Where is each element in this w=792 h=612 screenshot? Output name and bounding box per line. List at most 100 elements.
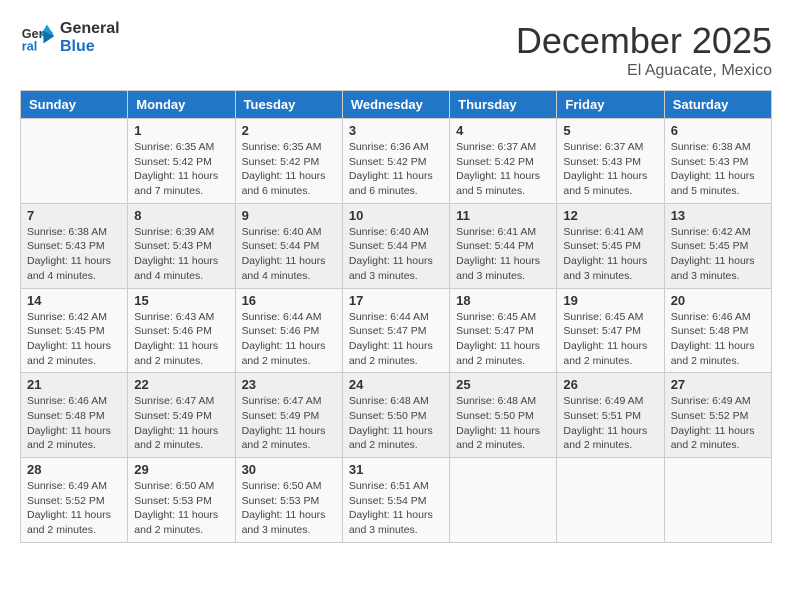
calendar-cell: 17 Sunrise: 6:44 AM Sunset: 5:47 PM Dayli… [342,288,449,373]
calendar-cell: 26 Sunrise: 6:49 AM Sunset: 5:51 PM Dayli… [557,373,664,458]
day-header-monday: Monday [128,91,235,119]
calendar-cell: 4 Sunrise: 6:37 AM Sunset: 5:42 PM Daylig… [450,119,557,204]
day-number: 17 [349,293,443,308]
calendar-cell [557,458,664,543]
calendar-cell: 16 Sunrise: 6:44 AM Sunset: 5:46 PM Dayli… [235,288,342,373]
calendar-cell: 29Sunrise: 6:50 AM Sunset: 5:53 PM Dayli… [128,458,235,543]
day-info: Sunrise: 6:37 AM Sunset: 5:42 PM Dayligh… [456,140,550,199]
day-info: Sunrise: 6:38 AM Sunset: 5:43 PM Dayligh… [27,225,121,284]
calendar-cell: 1 Sunrise: 6:35 AM Sunset: 5:42 PM Daylig… [128,119,235,204]
day-number: 22 [134,377,228,392]
day-number: 1 [134,123,228,138]
calendar-cell: 10Sunrise: 6:40 AM Sunset: 5:44 PM Dayli… [342,203,449,288]
calendar-cell: 7 Sunrise: 6:38 AM Sunset: 5:43 PM Daylig… [21,203,128,288]
day-info: Sunrise: 6:37 AM Sunset: 5:43 PM Dayligh… [563,140,657,199]
day-number: 9 [242,208,336,223]
day-info: Sunrise: 6:35 AM Sunset: 5:42 PM Dayligh… [134,140,228,199]
day-info: Sunrise: 6:35 AM Sunset: 5:42 PM Dayligh… [242,140,336,199]
calendar-cell: 20 Sunrise: 6:46 AM Sunset: 5:48 PM Dayli… [664,288,771,373]
calendar-cell: 6Sunrise: 6:38 AM Sunset: 5:43 PM Daylig… [664,119,771,204]
day-number: 26 [563,377,657,392]
calendar-cell: 28 Sunrise: 6:49 AM Sunset: 5:52 PM Dayli… [21,458,128,543]
day-info: Sunrise: 6:39 AM Sunset: 5:43 PM Dayligh… [134,225,228,284]
day-info: Sunrise: 6:47 AM Sunset: 5:49 PM Dayligh… [134,394,228,453]
calendar-week-row: 21 Sunrise: 6:46 AM Sunset: 5:48 PM Dayli… [21,373,772,458]
day-info: Sunrise: 6:40 AM Sunset: 5:44 PM Dayligh… [242,225,336,284]
calendar-week-row: 1 Sunrise: 6:35 AM Sunset: 5:42 PM Daylig… [21,119,772,204]
calendar-cell: 23 Sunrise: 6:47 AM Sunset: 5:49 PM Dayli… [235,373,342,458]
day-number: 23 [242,377,336,392]
day-header-sunday: Sunday [21,91,128,119]
calendar-cell: 2 Sunrise: 6:35 AM Sunset: 5:42 PM Daylig… [235,119,342,204]
day-number: 8 [134,208,228,223]
calendar-week-row: 14Sunrise: 6:42 AM Sunset: 5:45 PM Dayli… [21,288,772,373]
calendar-cell: 12Sunrise: 6:41 AM Sunset: 5:45 PM Dayli… [557,203,664,288]
logo-text-line1: General [60,20,120,38]
calendar-cell [450,458,557,543]
day-info: Sunrise: 6:51 AM Sunset: 5:54 PM Dayligh… [349,479,443,538]
day-number: 31 [349,462,443,477]
day-info: Sunrise: 6:50 AM Sunset: 5:53 PM Dayligh… [242,479,336,538]
day-number: 11 [456,208,550,223]
day-number: 13 [671,208,765,223]
page-header: Gene ral General Blue December 2025 El A… [20,20,772,80]
logo-text-line2: Blue [60,38,120,56]
day-number: 21 [27,377,121,392]
day-number: 19 [563,293,657,308]
day-info: Sunrise: 6:44 AM Sunset: 5:47 PM Dayligh… [349,310,443,369]
logo: Gene ral General Blue [20,20,120,56]
day-number: 28 [27,462,121,477]
day-number: 2 [242,123,336,138]
calendar-cell: 19 Sunrise: 6:45 AM Sunset: 5:47 PM Dayli… [557,288,664,373]
day-info: Sunrise: 6:40 AM Sunset: 5:44 PM Dayligh… [349,225,443,284]
calendar-cell [21,119,128,204]
day-info: Sunrise: 6:38 AM Sunset: 5:43 PM Dayligh… [671,140,765,199]
calendar-cell: 25 Sunrise: 6:48 AM Sunset: 5:50 PM Dayli… [450,373,557,458]
day-info: Sunrise: 6:46 AM Sunset: 5:48 PM Dayligh… [27,394,121,453]
calendar-cell: 14Sunrise: 6:42 AM Sunset: 5:45 PM Dayli… [21,288,128,373]
day-number: 7 [27,208,121,223]
calendar-cell: 8 Sunrise: 6:39 AM Sunset: 5:43 PM Daylig… [128,203,235,288]
day-header-thursday: Thursday [450,91,557,119]
day-number: 27 [671,377,765,392]
day-info: Sunrise: 6:48 AM Sunset: 5:50 PM Dayligh… [349,394,443,453]
day-info: Sunrise: 6:49 AM Sunset: 5:52 PM Dayligh… [27,479,121,538]
month-title: December 2025 [516,20,772,62]
day-info: Sunrise: 6:49 AM Sunset: 5:51 PM Dayligh… [563,394,657,453]
day-number: 12 [563,208,657,223]
day-info: Sunrise: 6:45 AM Sunset: 5:47 PM Dayligh… [563,310,657,369]
day-info: Sunrise: 6:46 AM Sunset: 5:48 PM Dayligh… [671,310,765,369]
day-number: 24 [349,377,443,392]
logo-icon: Gene ral [20,20,56,56]
day-info: Sunrise: 6:48 AM Sunset: 5:50 PM Dayligh… [456,394,550,453]
day-info: Sunrise: 6:45 AM Sunset: 5:47 PM Dayligh… [456,310,550,369]
calendar-cell: 3 Sunrise: 6:36 AM Sunset: 5:42 PM Daylig… [342,119,449,204]
day-info: Sunrise: 6:41 AM Sunset: 5:44 PM Dayligh… [456,225,550,284]
day-info: Sunrise: 6:49 AM Sunset: 5:52 PM Dayligh… [671,394,765,453]
day-header-friday: Friday [557,91,664,119]
calendar-cell: 18Sunrise: 6:45 AM Sunset: 5:47 PM Dayli… [450,288,557,373]
day-header-saturday: Saturday [664,91,771,119]
calendar-cell: 11 Sunrise: 6:41 AM Sunset: 5:44 PM Dayli… [450,203,557,288]
day-info: Sunrise: 6:47 AM Sunset: 5:49 PM Dayligh… [242,394,336,453]
calendar-cell: 22 Sunrise: 6:47 AM Sunset: 5:49 PM Dayli… [128,373,235,458]
day-number: 16 [242,293,336,308]
day-number: 4 [456,123,550,138]
day-info: Sunrise: 6:42 AM Sunset: 5:45 PM Dayligh… [27,310,121,369]
calendar-cell: 15Sunrise: 6:43 AM Sunset: 5:46 PM Dayli… [128,288,235,373]
day-info: Sunrise: 6:36 AM Sunset: 5:42 PM Dayligh… [349,140,443,199]
calendar-cell: 21 Sunrise: 6:46 AM Sunset: 5:48 PM Dayli… [21,373,128,458]
day-number: 5 [563,123,657,138]
day-number: 30 [242,462,336,477]
calendar-cell: 13Sunrise: 6:42 AM Sunset: 5:45 PM Dayli… [664,203,771,288]
day-info: Sunrise: 6:44 AM Sunset: 5:46 PM Dayligh… [242,310,336,369]
day-number: 3 [349,123,443,138]
day-number: 29 [134,462,228,477]
day-number: 20 [671,293,765,308]
calendar-cell: 5 Sunrise: 6:37 AM Sunset: 5:43 PM Daylig… [557,119,664,204]
day-number: 25 [456,377,550,392]
day-number: 15 [134,293,228,308]
calendar-cell [664,458,771,543]
day-header-tuesday: Tuesday [235,91,342,119]
title-block: December 2025 El Aguacate, Mexico [516,20,772,80]
